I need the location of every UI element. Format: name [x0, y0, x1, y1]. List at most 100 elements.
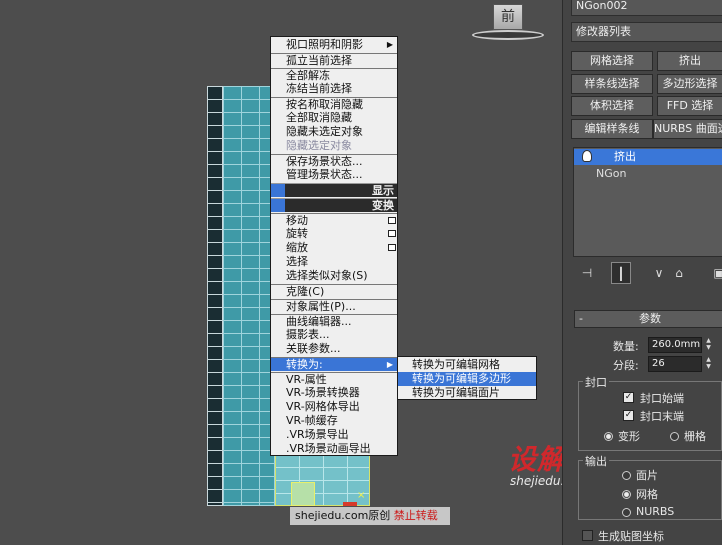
menu-item-object-properties[interactable]: 对象属性(P)... [271, 299, 397, 313]
rollout-title: 参数 [639, 312, 661, 325]
red-marker [343, 502, 357, 506]
menu-item-clone[interactable]: 克隆(C) [271, 284, 397, 298]
edit-spline-button[interactable]: 编辑样条线 [571, 119, 653, 139]
grid-radio[interactable] [670, 432, 679, 441]
cap-start-label: 封口始端 [640, 392, 684, 405]
menu-item-vr-mesh-export[interactable]: VR-网格体导出 [271, 400, 397, 414]
nurbs-surface-select-button[interactable]: NURBS 曲面选择 [653, 119, 722, 139]
quad-header-display[interactable]: 显示 [271, 183, 397, 197]
output-nurbs-label: NURBS [636, 505, 675, 518]
menu-item-label: 缩放 [286, 241, 308, 254]
quad-header-tab [271, 184, 285, 197]
segments-spinner-arrows-icon[interactable]: ▲ ▼ [704, 356, 713, 372]
extrude-button[interactable]: 挤出 [657, 51, 722, 71]
menu-item-label: 旋转 [286, 227, 308, 240]
submenu-item-editable-patch[interactable]: 转换为可编辑面片 [398, 386, 536, 400]
menu-item-viewport-lighting[interactable]: 视口照明和阴影 ▶ [271, 38, 397, 52]
gen-mapping-checkbox[interactable] [582, 530, 593, 541]
spline-select-button[interactable]: 样条线选择 [571, 74, 653, 94]
mesh-dark-column [207, 86, 223, 506]
quad-header-tab [271, 199, 285, 212]
quad-header-transform[interactable]: 变换 [271, 198, 397, 212]
menu-item-move[interactable]: 移动 [271, 213, 397, 227]
mesh-select-button[interactable]: 网格选择 [571, 51, 653, 71]
output-patch-radio[interactable] [622, 471, 631, 480]
quad-menu: 视口照明和阴影 ▶ 孤立当前选择 全部解冻 冻结当前选择 按名称取消隐藏 全部取… [270, 36, 398, 456]
viewcube[interactable]: 前 [472, 0, 544, 42]
cap-start-checkbox[interactable]: ✓ [623, 392, 634, 403]
poly-select-button[interactable]: 多边形选择 [657, 74, 722, 94]
menu-item-vr-scene-converter[interactable]: VR-场景转换器 [271, 386, 397, 400]
menu-item-vr-properties[interactable]: VR-属性 [271, 372, 397, 386]
menu-item-scale[interactable]: 缩放 [271, 241, 397, 255]
submenu-item-editable-mesh[interactable]: 转换为可编辑网格 [398, 358, 536, 372]
output-mesh-radio[interactable] [622, 490, 631, 499]
menu-item-freeze-selection[interactable]: 冻结当前选择 [271, 82, 397, 96]
menu-item-hide-selection[interactable]: 隐藏选定对象 [271, 139, 397, 153]
options-box-icon[interactable] [388, 217, 396, 224]
cap-end-checkbox[interactable]: ✓ [623, 410, 634, 421]
configure-modifier-sets-icon[interactable]: ▣ [709, 262, 722, 284]
stack-item-extrude[interactable]: 挤出 [574, 149, 722, 165]
object-name-field[interactable]: NGon002 [571, 0, 722, 16]
menu-item-isolate-selection[interactable]: 孤立当前选择 [271, 53, 397, 67]
morph-radio[interactable] [604, 432, 613, 441]
menu-item-unhide-by-name[interactable]: 按名称取消隐藏 [271, 97, 397, 111]
lightbulb-icon[interactable] [582, 150, 592, 162]
menu-item-vr-scene-export[interactable]: .VR场景导出 [271, 428, 397, 442]
segments-spinner[interactable]: 26 [648, 356, 702, 372]
menu-item-convert-to[interactable]: 转换为: ▶ [271, 357, 397, 371]
show-end-result-icon[interactable]: ┃ [611, 262, 631, 284]
pin-stack-icon[interactable]: ⊣ [577, 262, 597, 284]
menu-item-curve-editor[interactable]: 曲线编辑器... [271, 314, 397, 328]
menu-item-select[interactable]: 选择 [271, 255, 397, 269]
cap-end-label: 封口末端 [640, 410, 684, 423]
morph-label: 变形 [618, 430, 640, 443]
vol-select-button[interactable]: 体积选择 [571, 96, 653, 116]
menu-item-unhide-all[interactable]: 全部取消隐藏 [271, 111, 397, 125]
parameters-rollout-header[interactable]: - 参数 [574, 310, 722, 328]
menu-item-label: 移动 [286, 214, 308, 227]
submenu-arrow-icon: ▶ [386, 40, 393, 49]
amount-label: 数量: [613, 340, 639, 353]
grid-label: 栅格 [684, 430, 706, 443]
stack-toolbar: ⊣ ┃ ∨ ⌂ ▣ [573, 262, 722, 284]
watermark-banner: shejiedu.com原创 禁止转载 [290, 507, 450, 525]
modifier-stack: 挤出 NGon [573, 147, 722, 257]
menu-item-select-similar[interactable]: 选择类似对象(S) [271, 269, 397, 283]
remove-modifier-icon[interactable]: ⌂ [669, 262, 689, 284]
menu-item-vr-frame-buffer[interactable]: VR-帧缓存 [271, 414, 397, 428]
viewcube-compass-ring[interactable] [472, 30, 544, 40]
modifier-list-dropdown[interactable]: 修改器列表 [571, 22, 722, 42]
options-box-icon[interactable] [388, 230, 396, 237]
menu-item-rotate[interactable]: 旋转 [271, 227, 397, 241]
submenu-arrow-icon: ▶ [386, 360, 393, 369]
menu-item-manage-scene-states[interactable]: 管理场景状态... [271, 168, 397, 182]
watermark-suffix: 原创 [368, 509, 391, 522]
amount-spinner-arrows-icon[interactable]: ▲ ▼ [704, 337, 713, 353]
output-nurbs-radio[interactable] [622, 508, 631, 517]
convert-to-submenu: 转换为可编辑网格 转换为可编辑多边形 转换为可编辑面片 [397, 356, 537, 400]
menu-item-wire-parameters[interactable]: 关联参数... [271, 342, 397, 356]
options-box-icon[interactable] [388, 244, 396, 251]
menu-item-dope-sheet[interactable]: 摄影表... [271, 328, 397, 342]
viewcube-front-face[interactable]: 前 [493, 4, 523, 30]
menu-item-hide-unselected[interactable]: 隐藏未选定对象 [271, 125, 397, 139]
menu-item-save-scene-state[interactable]: 保存场景状态... [271, 154, 397, 168]
gen-mapping-label: 生成贴图坐标 [598, 530, 664, 543]
stack-item-ngon[interactable]: NGon [574, 166, 722, 182]
perspective-viewport[interactable]: 前 × 视口照明和阴影 ▶ 孤立当前选择 全部解冻 冻结当前选择 按名称取消隐藏… [0, 0, 594, 545]
menu-item-label: 转换为: [286, 358, 323, 371]
make-unique-icon[interactable]: ∨ [649, 262, 669, 284]
submenu-item-editable-poly[interactable]: 转换为可编辑多边形 [398, 372, 536, 386]
menu-item-unfreeze-all[interactable]: 全部解冻 [271, 68, 397, 82]
mesh-light-base [275, 454, 370, 506]
ffd-select-button[interactable]: FFD 选择 [657, 96, 722, 116]
quad-header-label: 显示 [372, 184, 394, 197]
menu-item-label: 视口照明和阴影 [286, 38, 363, 51]
stack-item-label: 挤出 [614, 150, 636, 163]
amount-spinner[interactable]: 260.0mm [648, 337, 702, 353]
capping-group-title: 封口 [583, 374, 609, 390]
menu-item-vr-scene-anim-export[interactable]: .VR场景动画导出 [271, 442, 397, 456]
quad-header-label: 变换 [372, 199, 394, 212]
